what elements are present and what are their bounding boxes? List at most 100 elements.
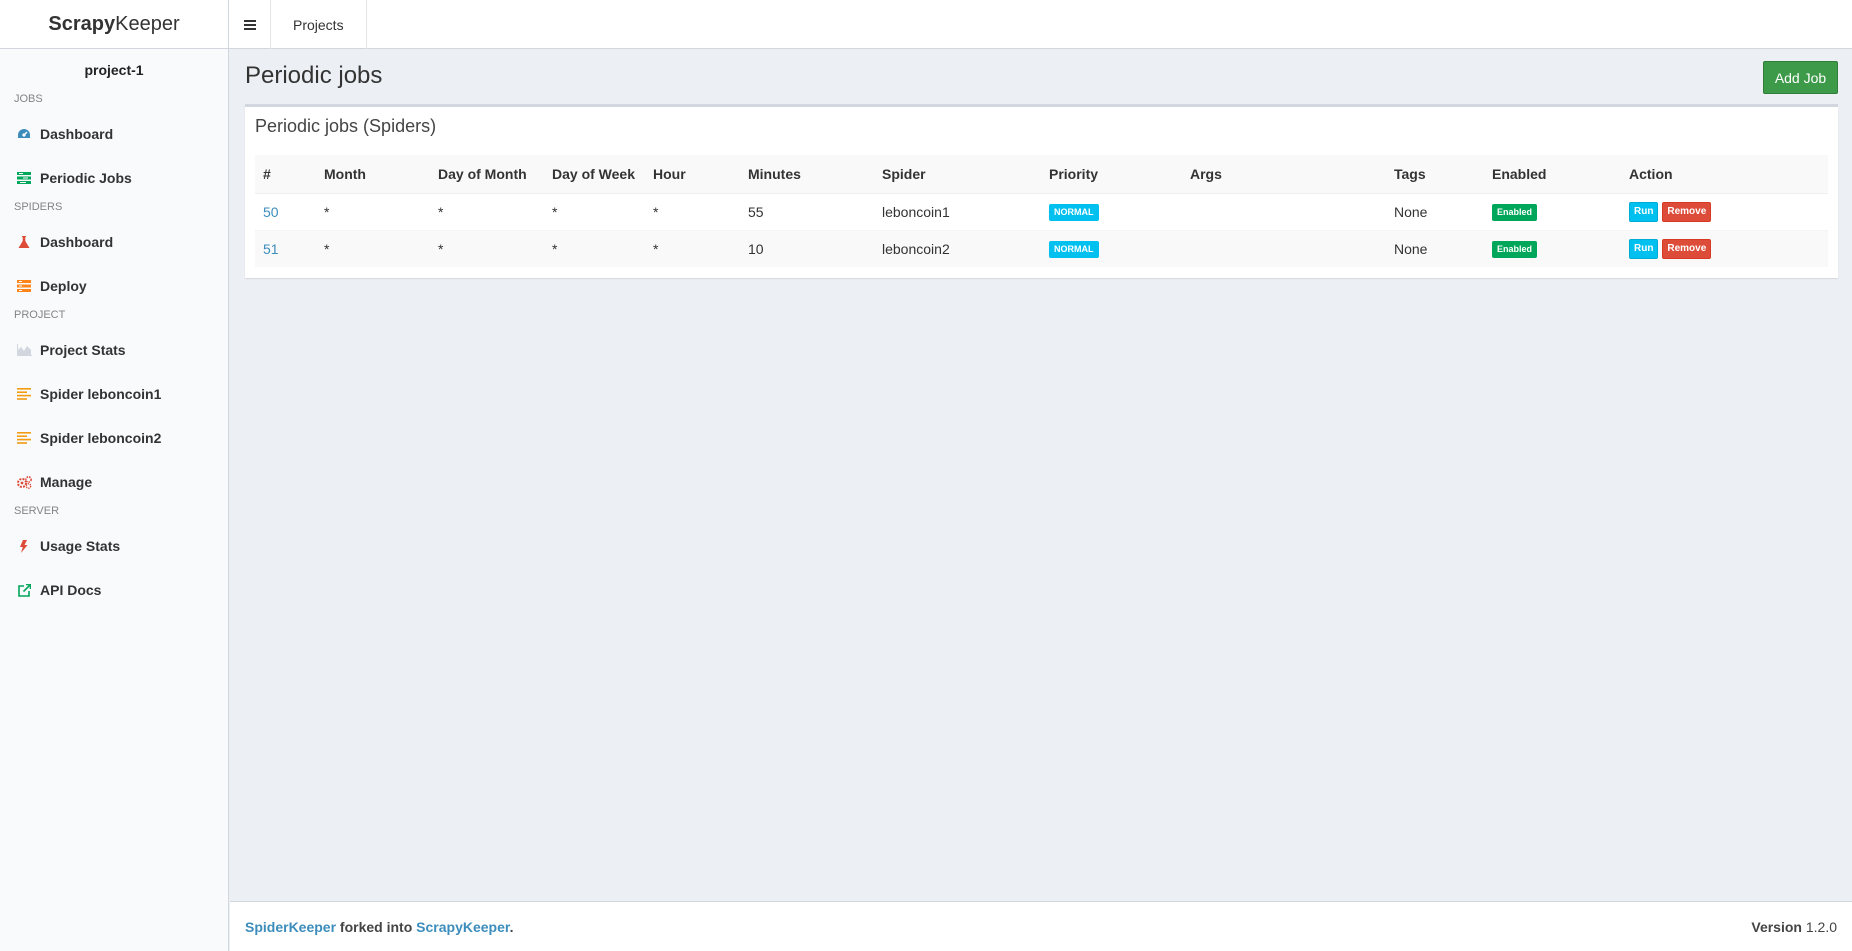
sidebar-header-project: PROJECT: [14, 309, 66, 321]
sidebar-item-label: Dashboard: [40, 126, 114, 142]
external-link-icon: [16, 583, 32, 597]
sidebar-item-label: Dashboard: [40, 234, 114, 250]
sidebar-header-server: SERVER: [14, 505, 60, 517]
column-header[interactable]: Minutes: [740, 155, 874, 194]
sidebar-project-name: project-1: [84, 62, 144, 78]
sidebar-item-deploy[interactable]: Deploy: [0, 264, 228, 308]
logo-bold-text: Scrapy: [48, 13, 116, 35]
column-header[interactable]: Day of Week: [544, 155, 645, 194]
cell-hour: *: [645, 230, 740, 267]
cogs-icon: [16, 475, 32, 489]
cell-action: Run Remove: [1621, 193, 1828, 231]
enabled-badge[interactable]: Enabled: [1492, 204, 1538, 221]
cell-day-of-week: *: [544, 193, 645, 231]
list-icon: [16, 431, 32, 445]
sidebar-item-label: API Docs: [40, 582, 102, 598]
footer-version: Version 1.2.0: [1751, 919, 1837, 935]
server-icon: [16, 279, 32, 293]
sidebar-item-usage-stats[interactable]: Usage Stats: [0, 524, 228, 568]
column-header[interactable]: #: [255, 155, 316, 194]
sidebar-header-jobs: JOBS: [14, 93, 43, 105]
top-header: Scrapy Keeper Projects: [0, 0, 1852, 49]
periodic-jobs-table: # Month Day of Month Day of Week Hour Mi…: [255, 155, 1828, 267]
dashboard-icon: [16, 127, 32, 141]
sidebar-item-label: Periodic Jobs: [40, 170, 132, 186]
cell-month: *: [316, 193, 430, 231]
column-header[interactable]: Args: [1182, 155, 1386, 194]
remove-button[interactable]: Remove: [1662, 202, 1712, 222]
flask-icon: [16, 235, 32, 249]
sidebar-item-label: Project Stats: [40, 342, 126, 358]
cell-enabled: Enabled: [1484, 230, 1621, 267]
bolt-icon: [16, 539, 32, 553]
cell-args: [1182, 230, 1386, 267]
remove-button[interactable]: Remove: [1662, 239, 1712, 260]
version-label: Version: [1751, 918, 1802, 935]
footer-credits: SpiderKeeper forked into ScrapyKeeper.: [245, 919, 513, 935]
footer: SpiderKeeper forked into ScrapyKeeper. V…: [230, 901, 1852, 951]
column-header[interactable]: Enabled: [1484, 155, 1621, 194]
nav-projects-link[interactable]: Projects: [271, 0, 367, 49]
spiderkeeper-link[interactable]: SpiderKeeper: [245, 919, 336, 935]
sidebar-item-jobs-dashboard[interactable]: Dashboard: [0, 112, 228, 156]
box-title: Periodic jobs (Spiders): [255, 116, 437, 136]
cell-day-of-month: *: [430, 230, 544, 267]
column-header[interactable]: Tags: [1386, 155, 1484, 194]
sidebar-item-label: Manage: [40, 474, 93, 490]
column-header[interactable]: Priority: [1041, 155, 1182, 194]
cell-action: Run Remove: [1621, 230, 1828, 267]
column-header[interactable]: Spider: [874, 155, 1041, 194]
enabled-badge[interactable]: Enabled: [1492, 241, 1538, 259]
footer-middle-text: forked into: [336, 918, 417, 935]
sidebar-toggle-button[interactable]: [229, 0, 271, 49]
cell-spider: leboncoin1: [874, 193, 1041, 231]
column-header[interactable]: Month: [316, 155, 430, 194]
area-chart-icon: [16, 343, 32, 357]
cell-hour: *: [645, 193, 740, 231]
column-header[interactable]: Action: [1621, 155, 1828, 194]
sidebar-item-project-stats[interactable]: Project Stats: [0, 328, 228, 372]
cell-tags: None: [1386, 193, 1484, 231]
run-button[interactable]: Run: [1629, 239, 1659, 260]
scrapykeeper-link[interactable]: ScrapyKeeper: [416, 919, 509, 935]
sidebar-item-periodic-jobs[interactable]: Periodic Jobs: [0, 156, 228, 200]
add-job-button[interactable]: Add Job: [1763, 61, 1838, 94]
sidebar-header-spiders: SPIDERS: [14, 201, 63, 213]
cell-id: 51: [255, 230, 316, 267]
table-row: 50 * * * * 55 leboncoin1 NORMAL None Ena…: [255, 193, 1828, 231]
page-title: Periodic jobs: [245, 62, 383, 89]
sidebar-item-api-docs[interactable]: API Docs: [0, 568, 228, 612]
cell-tags: None: [1386, 230, 1484, 267]
cell-id: 50: [255, 193, 316, 231]
cell-args: [1182, 193, 1386, 231]
sidebar-item-spider-leboncoin1[interactable]: Spider leboncoin1: [0, 372, 228, 416]
sidebar-item-spiders-dashboard[interactable]: Dashboard: [0, 220, 228, 264]
app-logo[interactable]: Scrapy Keeper: [0, 0, 229, 49]
table-header-row: # Month Day of Month Day of Week Hour Mi…: [255, 155, 1828, 194]
sidebar: project-1 JOBS Dashboard Periodic Jobs S…: [0, 49, 229, 951]
column-header[interactable]: Hour: [645, 155, 740, 194]
cell-minutes: 10: [740, 230, 874, 267]
priority-badge: NORMAL: [1049, 204, 1099, 221]
job-id-link[interactable]: 50: [263, 204, 279, 220]
cell-minutes: 55: [740, 193, 874, 231]
sidebar-item-manage[interactable]: Manage: [0, 460, 228, 504]
list-icon: [16, 387, 32, 401]
table-row: 51 * * * * 10 leboncoin2 NORMAL None Ena…: [255, 230, 1828, 267]
run-button[interactable]: Run: [1629, 202, 1659, 222]
hamburger-icon: [243, 19, 256, 30]
cell-month: *: [316, 230, 430, 267]
column-header[interactable]: Day of Month: [430, 155, 544, 194]
sidebar-item-label: Spider leboncoin2: [40, 430, 162, 446]
tasks-icon: [16, 171, 32, 185]
footer-end-text: .: [509, 918, 514, 935]
logo-rest-text: Keeper: [115, 13, 180, 35]
job-id-link[interactable]: 51: [263, 241, 279, 257]
cell-day-of-month: *: [430, 193, 544, 231]
sidebar-item-spider-leboncoin2[interactable]: Spider leboncoin2: [0, 416, 228, 460]
sidebar-item-label: Usage Stats: [40, 538, 121, 554]
cell-priority: NORMAL: [1041, 230, 1182, 267]
sidebar-item-label: Deploy: [40, 278, 87, 294]
cell-enabled: Enabled: [1484, 193, 1621, 231]
cell-priority: NORMAL: [1041, 193, 1182, 231]
